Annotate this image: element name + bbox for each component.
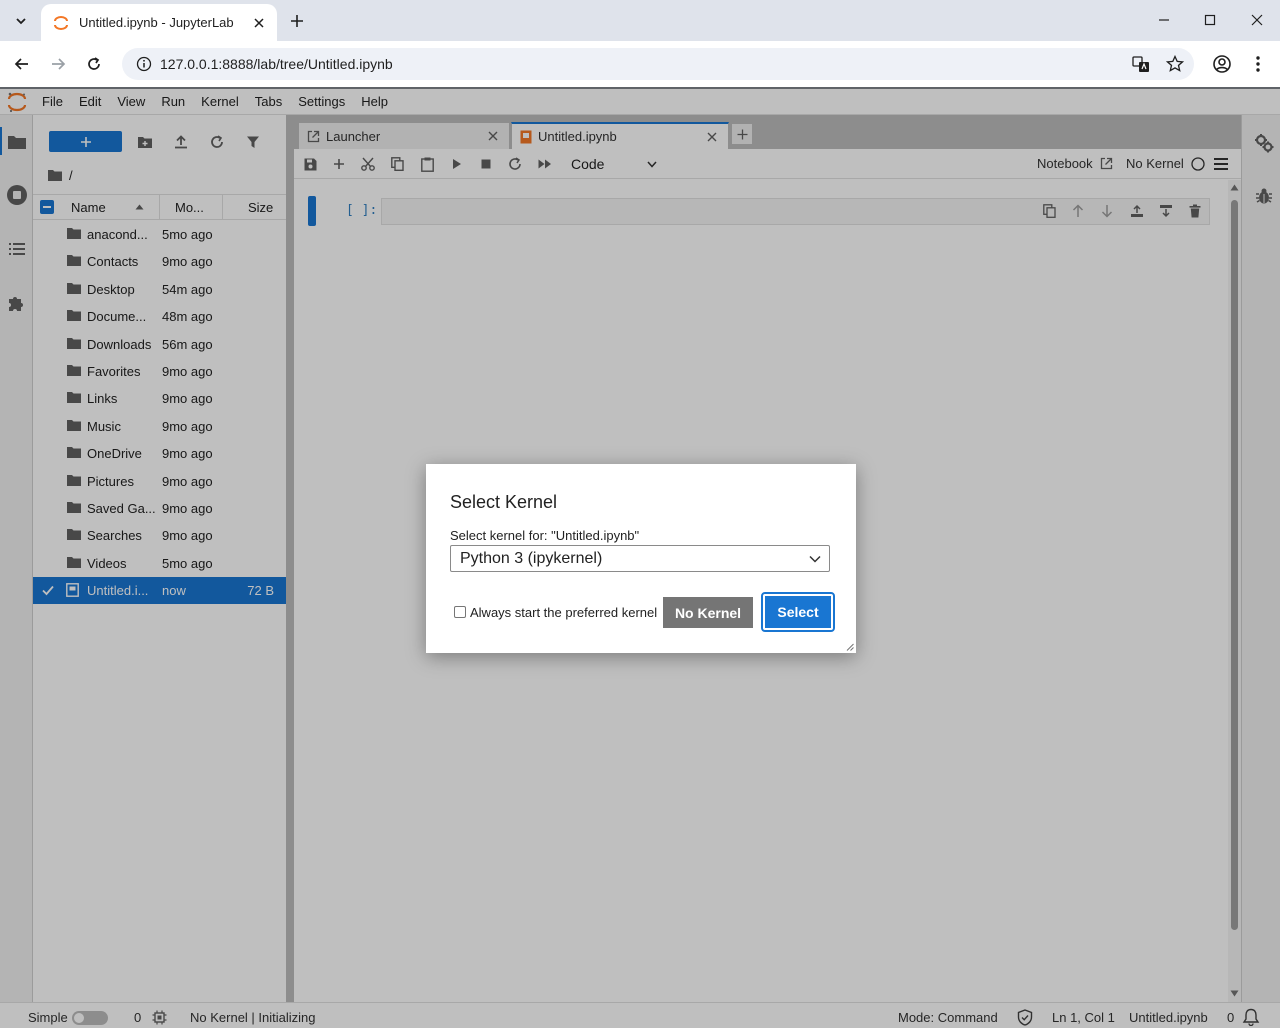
kebab-menu-icon [1255, 55, 1261, 73]
dialog-title: Select Kernel [450, 492, 558, 512]
kernel-select-dropdown[interactable]: Python 3 (ipykernel) [450, 545, 830, 572]
always-start-preferred-checkbox[interactable] [454, 606, 466, 618]
forward-button[interactable] [44, 50, 72, 78]
back-button[interactable] [8, 50, 36, 78]
resize-handle-icon[interactable] [846, 643, 854, 651]
jupyter-favicon-icon [53, 15, 69, 31]
address-bar[interactable]: 127.0.0.1:8888/lab/tree/Untitled.ipynb [122, 48, 1194, 80]
profile-button[interactable] [1208, 50, 1236, 78]
browser-tabstrip: Untitled.ipynb - JupyterLab [0, 0, 1280, 41]
profile-icon [1212, 54, 1232, 74]
minimize-icon [1158, 14, 1170, 26]
no-kernel-button[interactable]: No Kernel [663, 597, 753, 628]
dialog-kernel-label: Select kernel for: "Untitled.ipynb" [450, 528, 640, 543]
close-window-button[interactable] [1237, 6, 1277, 34]
browser-toolbar: 127.0.0.1:8888/lab/tree/Untitled.ipynb [0, 41, 1280, 87]
select-button[interactable]: Select [765, 596, 831, 628]
browser-tab-active[interactable]: Untitled.ipynb - JupyterLab [41, 4, 277, 41]
always-start-preferred-label[interactable]: Always start the preferred kernel [470, 605, 657, 620]
translate-icon[interactable] [1126, 49, 1156, 79]
select-kernel-dialog: Select Kernel Select kernel for: "Untitl… [426, 464, 856, 653]
close-icon [1251, 14, 1263, 26]
kernel-select-value: Python 3 (ipykernel) [460, 549, 603, 567]
reload-icon [86, 56, 102, 72]
url-text: 127.0.0.1:8888/lab/tree/Untitled.ipynb [160, 56, 393, 72]
chevron-down-icon [809, 555, 821, 563]
arrow-right-icon [50, 56, 66, 72]
site-info-icon[interactable] [134, 54, 154, 74]
arrow-left-icon [14, 56, 30, 72]
bookmark-star-icon[interactable] [1160, 49, 1190, 79]
browser-tab-title: Untitled.ipynb - JupyterLab [79, 15, 234, 30]
reload-button[interactable] [80, 50, 108, 78]
browser-menu-button[interactable] [1244, 50, 1272, 78]
minimize-button[interactable] [1144, 6, 1184, 34]
chevron-down-icon [15, 15, 27, 27]
maximize-button[interactable] [1190, 6, 1230, 34]
close-tab-icon[interactable] [249, 13, 269, 33]
tab-search-button[interactable] [8, 8, 34, 34]
plus-icon [290, 14, 304, 28]
new-tab-button[interactable] [284, 8, 310, 34]
maximize-icon [1204, 14, 1216, 26]
